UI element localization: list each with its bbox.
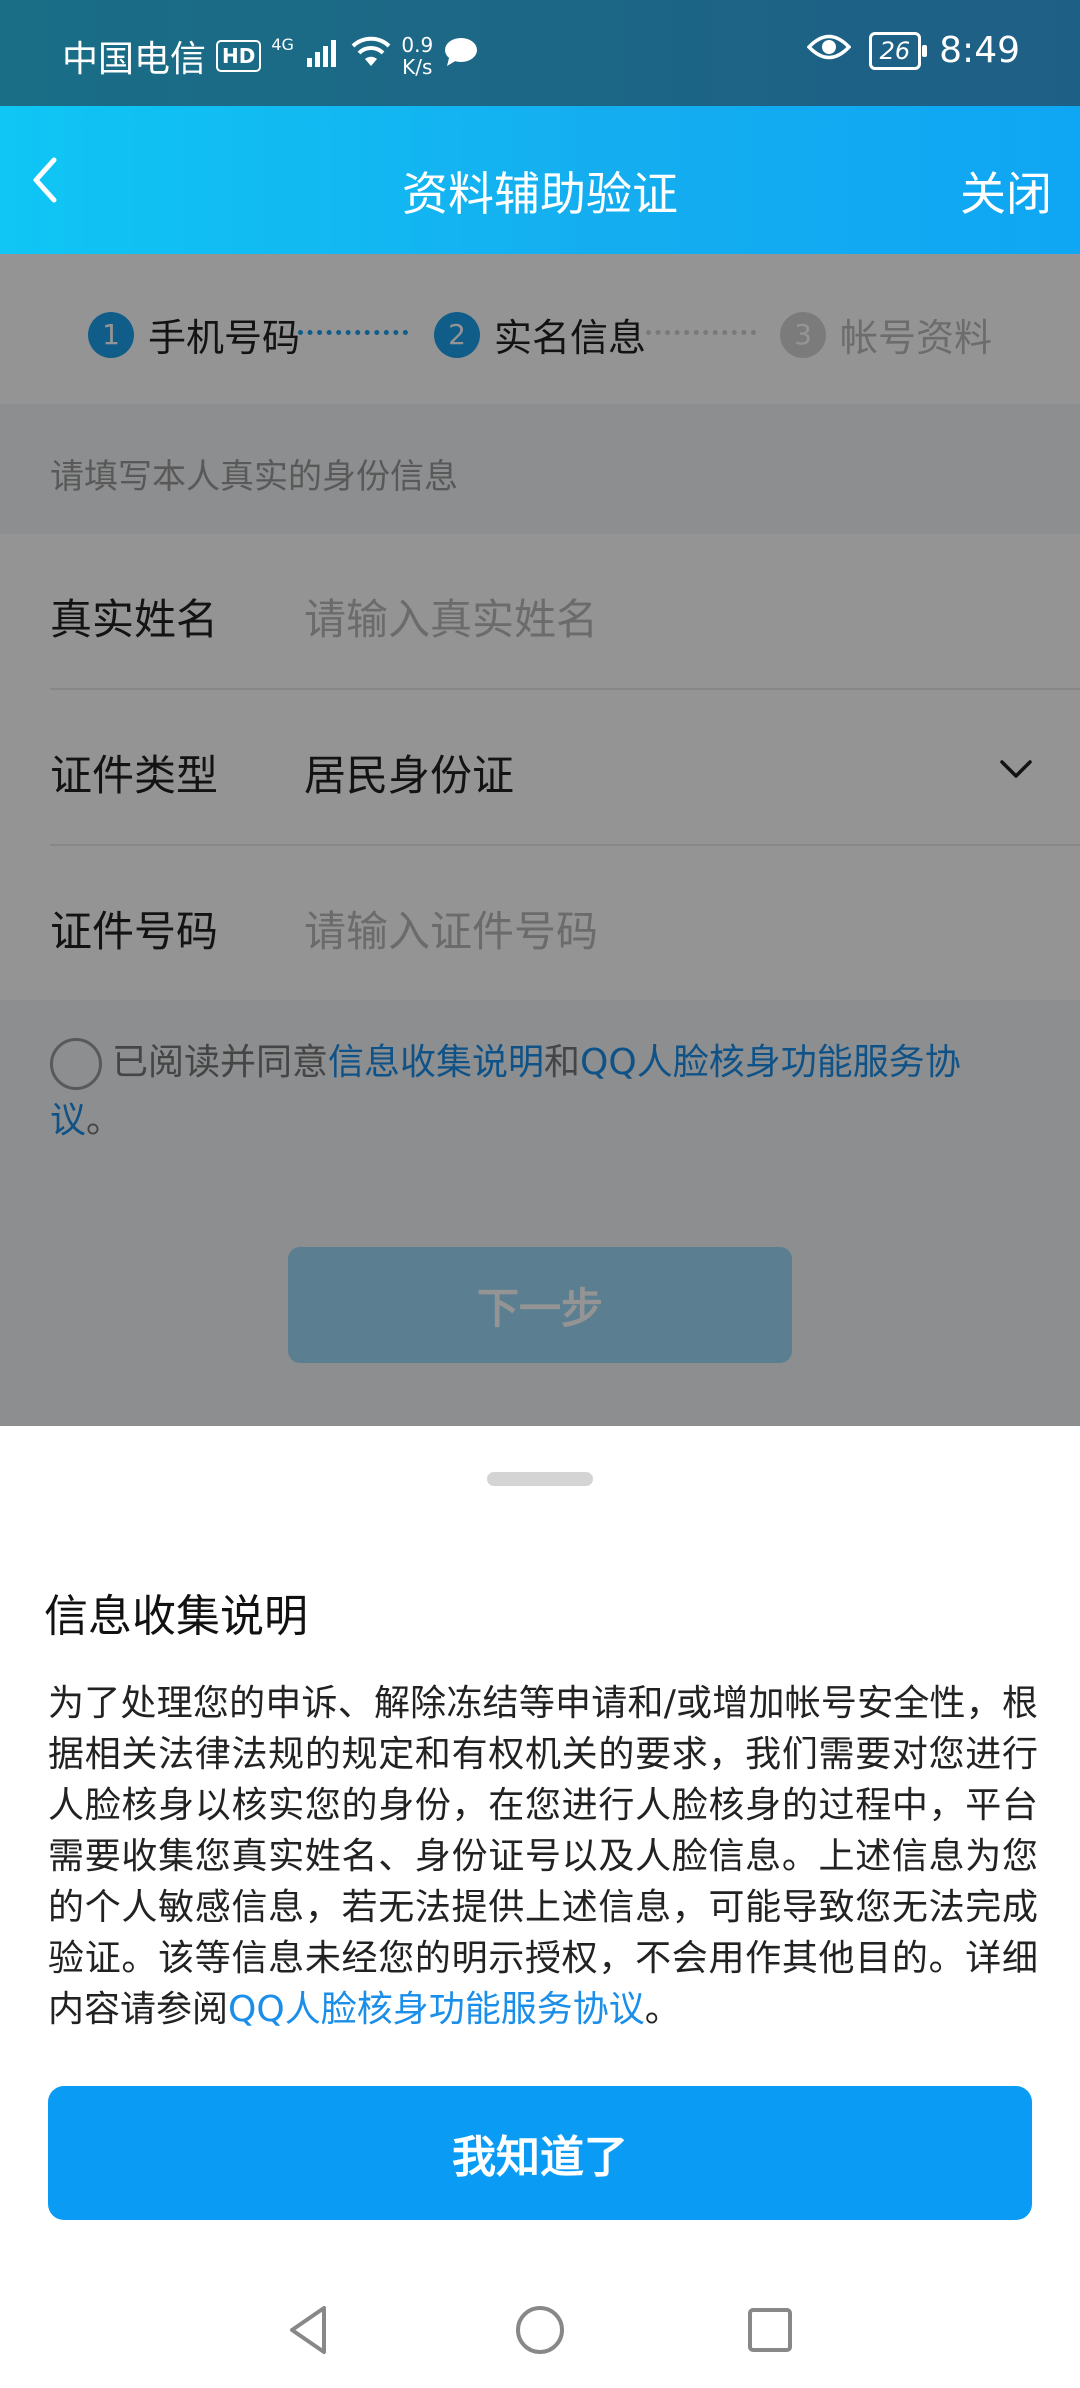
nav-bar: 资料辅助验证 关闭: [0, 106, 1080, 254]
page-title: 资料辅助验证: [402, 167, 678, 221]
eye-icon: [806, 30, 852, 71]
signal-icon: 4G: [271, 35, 341, 77]
clock: 8:49: [939, 30, 1020, 71]
sheet-body: 为了处理您的申诉、解除冻结等申请和/或增加帐号安全性，根据相关法律法规的规定和有…: [48, 1678, 1038, 2035]
status-bar: 中国电信 HD 4G 0.9 K/s 26 8:49: [0, 0, 1080, 106]
hd-badge: HD: [216, 40, 262, 72]
close-button[interactable]: 关闭: [960, 158, 1052, 224]
network-speed: 0.9 K/s: [401, 33, 434, 79]
acknowledge-button[interactable]: 我知道了: [48, 2086, 1032, 2220]
wifi-icon: [351, 36, 391, 77]
system-nav-bar: [0, 2280, 1080, 2388]
carrier-name: 中国电信: [62, 39, 207, 80]
sheet-body-suffix: 。: [644, 1989, 681, 2030]
sheet-body-text: 为了处理您的申诉、解除冻结等申请和/或增加帐号安全性，根据相关法律法规的规定和有…: [48, 1683, 1038, 2030]
back-triangle-icon[interactable]: [280, 2300, 340, 2360]
home-circle-icon[interactable]: [510, 2300, 570, 2360]
sheet-title: 信息收集说明: [44, 1591, 308, 1642]
face-verify-agreement-link[interactable]: QQ人脸核身功能服务协议: [228, 1989, 645, 2030]
info-collection-sheet: 信息收集说明 为了处理您的申诉、解除冻结等申请和/或增加帐号安全性，根据相关法律…: [0, 1426, 1080, 2388]
status-right: 26 8:49: [806, 30, 1020, 71]
battery-indicator: 26: [868, 31, 927, 70]
message-icon: [443, 36, 479, 77]
sheet-drag-handle[interactable]: [487, 1472, 593, 1486]
recents-square-icon[interactable]: [740, 2300, 800, 2360]
status-left: 中国电信 HD 4G 0.9 K/s: [62, 30, 479, 82]
dim-overlay[interactable]: [0, 254, 1080, 1426]
